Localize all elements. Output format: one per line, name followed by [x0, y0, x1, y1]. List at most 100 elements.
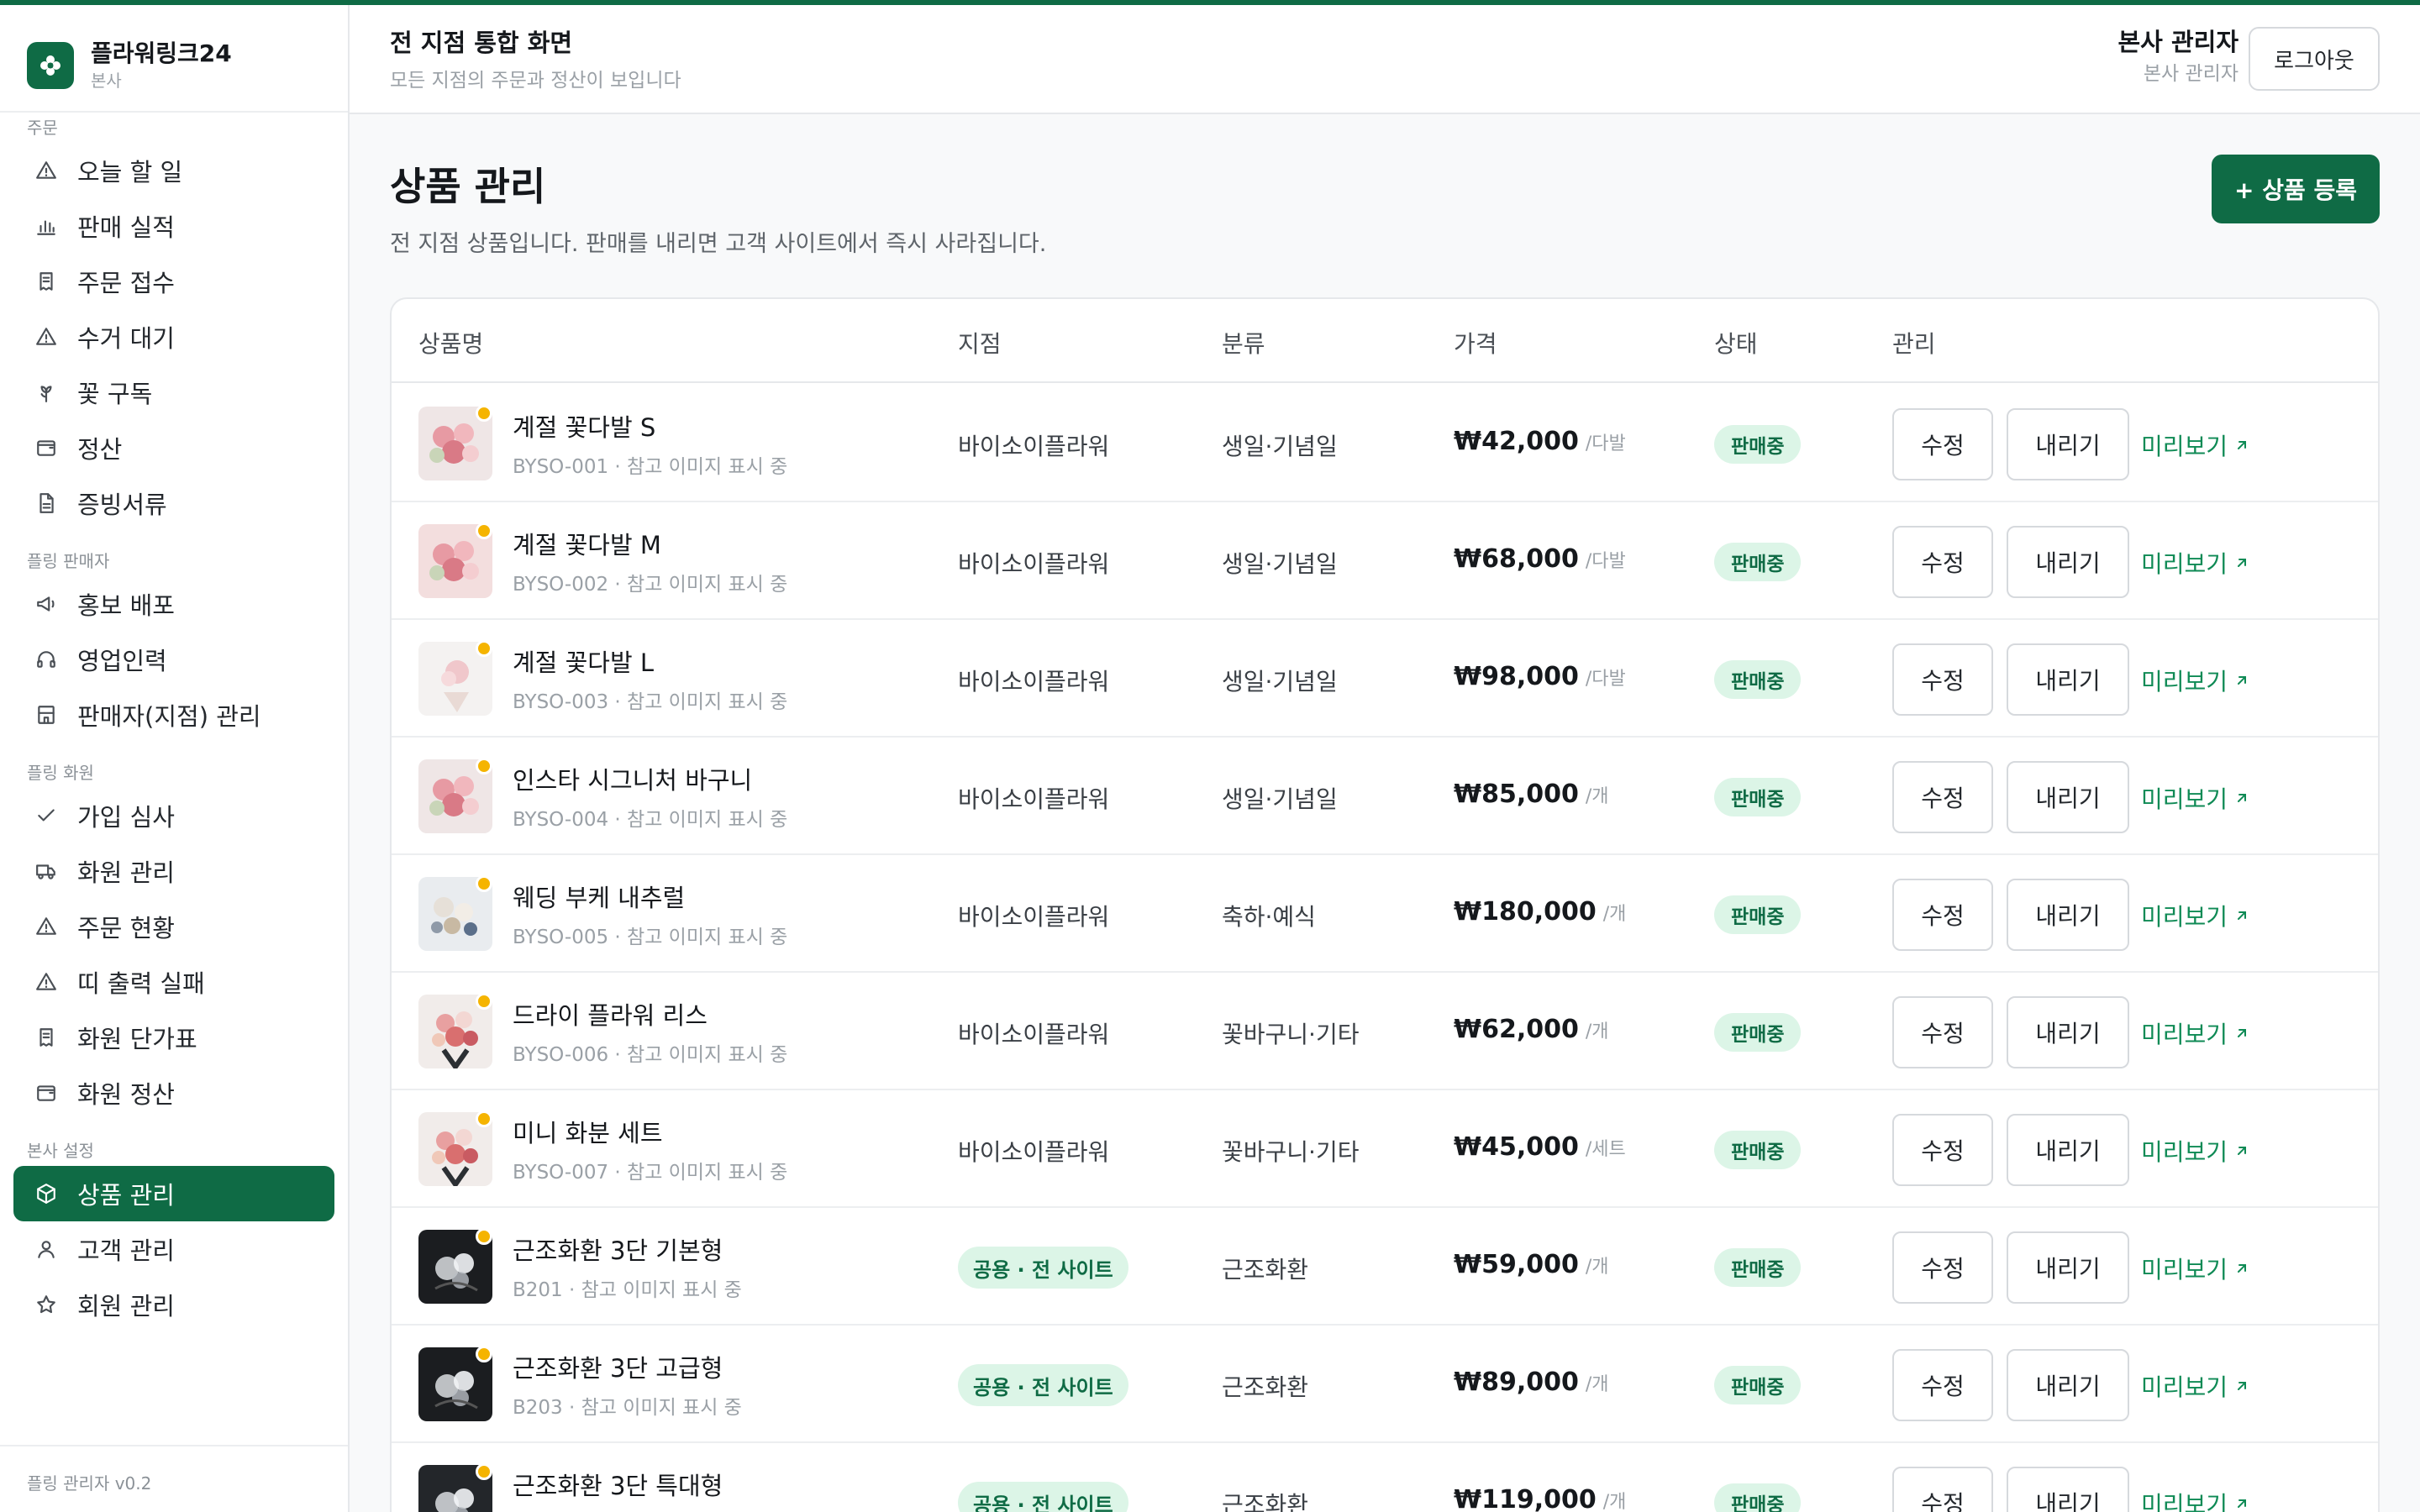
edit-button[interactable]: 수정 [1892, 1467, 1993, 1512]
sidebar-item-1-1[interactable]: 영업인력 [13, 632, 334, 687]
check-icon [34, 803, 59, 828]
status-badge: 판매중 [1714, 1013, 1802, 1052]
take-down-button[interactable]: 내리기 [2007, 1467, 2129, 1512]
table-row[interactable]: 드라이 플라워 리스 BYSO-006 · 참고 이미지 표시 중 바이소이플라… [392, 973, 2378, 1090]
sidebar-item-label: 오늘 할 일 [77, 158, 183, 186]
top-header: 전 지점 통합 화면 모든 지점의 주문과 정산이 보입니다 본사 관리자 본사… [350, 5, 2420, 114]
alert-triangle-icon [34, 324, 59, 349]
edit-button[interactable]: 수정 [1892, 879, 1993, 951]
preview-link[interactable]: 미리보기 [2141, 781, 2249, 815]
sidebar-item-2-5[interactable]: 화원 정산 [13, 1065, 334, 1121]
brand[interactable]: 플라워링크24 본사 [27, 34, 232, 97]
sidebar-item-label: 정산 [77, 435, 123, 464]
take-down-button[interactable]: 내리기 [2007, 1349, 2129, 1421]
preview-link[interactable]: 미리보기 [2141, 1016, 2249, 1050]
edit-button[interactable]: 수정 [1892, 761, 1993, 833]
alert-triangle-icon [34, 914, 59, 939]
sidebar-item-0-1[interactable]: 판매 실적 [13, 198, 334, 254]
add-product-button[interactable]: + 상품 등록 [2212, 155, 2380, 223]
table-row[interactable]: 미니 화분 세트 BYSO-007 · 참고 이미지 표시 중 바이소이플라워 … [392, 1090, 2378, 1208]
preview-link[interactable]: 미리보기 [2141, 664, 2249, 697]
product-name: 근조화환 3단 고급형 [513, 1354, 723, 1383]
sidebar-item-0-5[interactable]: 정산 [13, 420, 334, 475]
edit-button[interactable]: 수정 [1892, 643, 1993, 716]
nav-section-title: 주문 [27, 118, 58, 138]
sidebar-item-0-2[interactable]: 주문 접수 [13, 254, 334, 309]
table-row[interactable]: 인스타 시그니처 바구니 BYSO-004 · 참고 이미지 표시 중 바이소이… [392, 738, 2378, 855]
preview-link[interactable]: 미리보기 [2141, 1134, 2249, 1168]
sidebar-item-0-6[interactable]: 증빙서류 [13, 475, 334, 531]
product-category: 근조화환 [1222, 1373, 1309, 1401]
price-value: ₩119,000 [1454, 1485, 1597, 1512]
product-category: 축하·예식 [1222, 903, 1316, 931]
edit-button[interactable]: 수정 [1892, 1349, 1993, 1421]
edit-button[interactable]: 수정 [1892, 1231, 1993, 1304]
take-down-button[interactable]: 내리기 [2007, 879, 2129, 951]
sidebar-item-0-4[interactable]: 꽃 구독 [13, 365, 334, 420]
table-row[interactable]: 근조화환 3단 고급형 B203 · 참고 이미지 표시 중 공용 · 전 사이… [392, 1326, 2378, 1443]
external-arrow-icon [2238, 441, 2247, 449]
brand-sub: 본사 [91, 71, 122, 91]
sidebar-item-3-1[interactable]: 고객 관리 [13, 1221, 334, 1277]
sidebar-item-0-0[interactable]: 오늘 할 일 [13, 143, 334, 198]
sidebar-item-1-2[interactable]: 판매자(지점) 관리 [13, 687, 334, 743]
current-user: 본사 관리자 본사 관리자 [2118, 25, 2239, 89]
sidebar-item-1-0[interactable]: 홍보 배포 [13, 576, 334, 632]
edit-button[interactable]: 수정 [1892, 408, 1993, 480]
sidebar-item-2-3[interactable]: 띠 출력 실패 [13, 954, 334, 1010]
price-value: ₩59,000 [1454, 1250, 1579, 1279]
preview-link[interactable]: 미리보기 [2141, 1369, 2249, 1403]
take-down-button[interactable]: 내리기 [2007, 996, 2129, 1068]
reference-image-dot [476, 405, 492, 422]
take-down-button[interactable]: 내리기 [2007, 761, 2129, 833]
table-row[interactable]: 계절 꽃다발 L BYSO-003 · 참고 이미지 표시 중 바이소이플라워 … [392, 620, 2378, 738]
take-down-button[interactable]: 내리기 [2007, 526, 2129, 598]
branch-name: 바이소이플라워 [958, 550, 1110, 578]
alert-triangle-icon [34, 969, 59, 995]
wallet-icon [34, 435, 59, 460]
column-header-actions: 관리 [1892, 330, 1936, 358]
edit-button[interactable]: 수정 [1892, 1114, 1993, 1186]
sidebar-item-3-0[interactable]: 상품 관리 [13, 1166, 334, 1221]
nav-section-title: 플링 판매자 [27, 551, 110, 571]
sidebar-item-3-2[interactable]: 회원 관리 [13, 1277, 334, 1332]
external-arrow-icon [2238, 1499, 2247, 1508]
preview-link[interactable]: 미리보기 [2141, 546, 2249, 580]
edit-button[interactable]: 수정 [1892, 526, 1993, 598]
preview-link[interactable]: 미리보기 [2141, 1487, 2249, 1512]
preview-link[interactable]: 미리보기 [2141, 1252, 2249, 1285]
store-icon [34, 702, 59, 727]
table-row[interactable]: 계절 꽃다발 M BYSO-002 · 참고 이미지 표시 중 바이소이플라워 … [392, 502, 2378, 620]
reference-image-dot [476, 1346, 492, 1362]
sidebar-item-0-3[interactable]: 수거 대기 [13, 309, 334, 365]
price-value: ₩98,000 [1454, 662, 1579, 691]
preview-label: 미리보기 [2141, 433, 2228, 460]
edit-button[interactable]: 수정 [1892, 996, 1993, 1068]
table-row[interactable]: 근조화환 3단 특대형 B205 · 참고 이미지 표시 중 공용 · 전 사이… [392, 1443, 2378, 1512]
product-name: 미니 화분 세트 [513, 1119, 663, 1147]
preview-link[interactable]: 미리보기 [2141, 899, 2249, 932]
product-name: 계절 꽃다발 S [513, 413, 656, 442]
column-header-price: 가격 [1454, 330, 1497, 358]
take-down-button[interactable]: 내리기 [2007, 1231, 2129, 1304]
table-row[interactable]: 근조화환 3단 기본형 B201 · 참고 이미지 표시 중 공용 · 전 사이… [392, 1208, 2378, 1326]
sidebar-item-2-2[interactable]: 주문 현황 [13, 899, 334, 954]
sidebar-item-2-1[interactable]: 화원 관리 [13, 843, 334, 899]
table-row[interactable]: 웨딩 부케 내추럴 BYSO-005 · 참고 이미지 표시 중 바이소이플라워… [392, 855, 2378, 973]
product-price: ₩180,000/개 [1454, 897, 1626, 927]
external-arrow-icon [2238, 676, 2247, 685]
take-down-button[interactable]: 내리기 [2007, 643, 2129, 716]
price-value: ₩180,000 [1454, 897, 1597, 927]
logout-button[interactable]: 로그아웃 [2249, 27, 2380, 91]
headset-icon [34, 647, 59, 672]
nav-section-title: 본사 설정 [27, 1141, 94, 1161]
sidebar-item-2-0[interactable]: 가입 심사 [13, 788, 334, 843]
table-row[interactable]: 계절 꽃다발 S BYSO-001 · 참고 이미지 표시 중 바이소이플라워 … [392, 385, 2378, 502]
branch-name: 바이소이플라워 [958, 668, 1110, 696]
preview-link[interactable]: 미리보기 [2141, 428, 2249, 462]
preview-label: 미리보기 [2141, 1491, 2228, 1512]
sidebar-item-2-4[interactable]: 화원 단가표 [13, 1010, 334, 1065]
take-down-button[interactable]: 내리기 [2007, 1114, 2129, 1186]
user-role: 본사 관리자 [2143, 63, 2238, 85]
take-down-button[interactable]: 내리기 [2007, 408, 2129, 480]
